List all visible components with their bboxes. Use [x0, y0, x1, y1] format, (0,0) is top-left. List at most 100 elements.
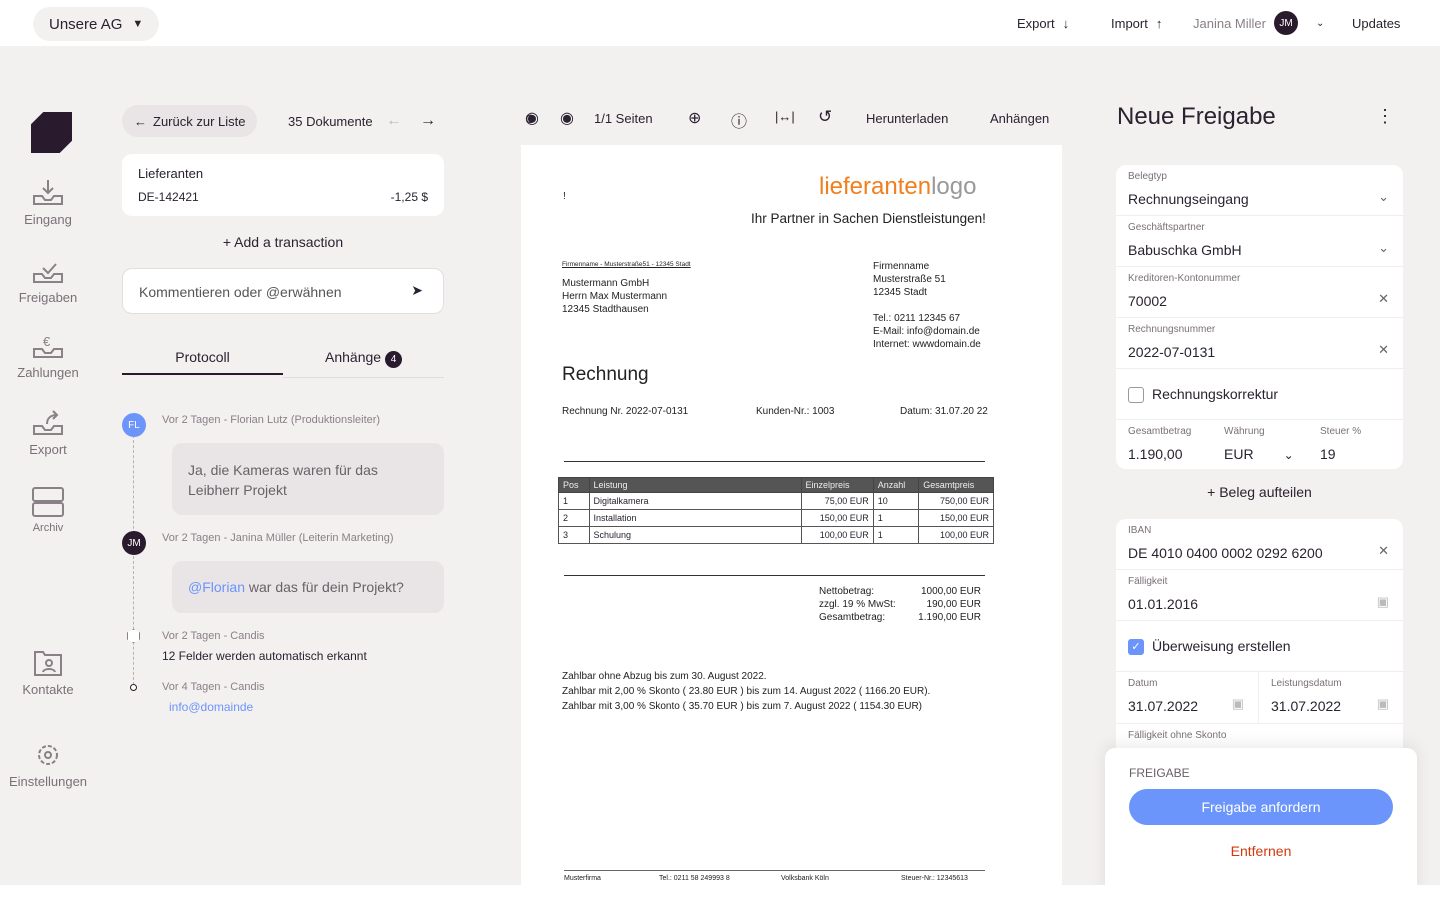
field-value: Rechnungseingang — [1128, 191, 1249, 207]
supplier-card[interactable]: Lieferanten DE-142421 -1,25 $ — [122, 154, 444, 216]
field-value: 19 — [1320, 446, 1336, 462]
field-label: Währung — [1224, 426, 1265, 437]
rechnungskorrektur-checkbox[interactable]: Rechnungskorrektur — [1116, 369, 1403, 420]
user-menu[interactable]: Janina Miller JM ⌄ — [1193, 11, 1324, 35]
iban-input[interactable]: IBAN DE 4010 0400 0002 0292 6200 ✕ — [1116, 519, 1403, 570]
fit-width-icon[interactable]: |↔| — [775, 109, 795, 124]
request-approval-button[interactable]: Freigabe anfordern — [1129, 789, 1393, 825]
calendar-icon[interactable]: ▣ — [1232, 696, 1244, 712]
cell: 150,00 EUR — [800, 509, 874, 527]
clear-icon[interactable]: ✕ — [1378, 291, 1389, 307]
remove-button[interactable]: Entfernen — [1129, 843, 1393, 859]
updates-label: Updates — [1352, 16, 1401, 31]
more-menu-icon[interactable]: ⋮ — [1376, 106, 1394, 127]
export-button[interactable]: Export ↓ — [1017, 16, 1069, 31]
calendar-icon[interactable]: ▣ — [1377, 594, 1389, 610]
nav-freigaben[interactable]: Freigaben — [0, 260, 96, 305]
rotate-icon[interactable]: ↺ — [818, 107, 832, 127]
attach-button[interactable]: Anhängen — [990, 111, 1049, 126]
footer-text: Musterfirma — [564, 875, 601, 882]
total-value: 190,00 EUR — [926, 599, 981, 610]
supplier-id: DE-142421 — [138, 190, 199, 204]
payment-fields-card: IBAN DE 4010 0400 0002 0292 6200 ✕ Fälligk… — [1116, 519, 1403, 759]
nav-zahlungen[interactable]: € Zahlungen — [0, 333, 96, 380]
chevron-down-icon: ⌄ — [1378, 240, 1389, 255]
timeline-dot-icon — [130, 684, 137, 691]
zoom-in-icon[interactable]: ⊕ — [688, 108, 701, 128]
gesamtbetrag-input[interactable]: Gesamtbetrag 1.190,00 — [1128, 426, 1224, 462]
field-value: 31.07.2022 — [1271, 698, 1342, 714]
send-icon[interactable]: ➤ — [411, 282, 423, 299]
payment-term: Zahlbar mit 2,00 % Skonto ( 23.80 EUR ) … — [562, 686, 931, 697]
nav-kontakte[interactable]: Kontakte — [0, 648, 96, 697]
next-page-button[interactable]: ◉ — [560, 108, 574, 128]
comment-text: Ja, die Kameras waren für das Leibherr P… — [188, 462, 378, 498]
comment-text: war das für dein Projekt? — [245, 579, 404, 595]
split-label: Beleg aufteilen — [1219, 484, 1312, 500]
belegtyp-select[interactable]: Belegtyp Rechnungseingang ⌄ — [1116, 165, 1403, 216]
calendar-icon[interactable]: ▣ — [1377, 696, 1389, 712]
import-button[interactable]: Import ↑ — [1111, 16, 1162, 31]
nav-archiv[interactable]: Archiv — [0, 486, 96, 534]
page-indicator: 1/1 Seiten — [594, 111, 653, 126]
split-document-button[interactable]: + Beleg aufteilen — [1116, 484, 1403, 500]
back-to-list-button[interactable]: ← Zurück zur Liste — [122, 105, 258, 137]
rechnungsnummer-input[interactable]: Rechnungsnummer 2022-07-0131 ✕ — [1116, 318, 1403, 369]
updates-link[interactable]: Updates — [1352, 16, 1400, 31]
download-button[interactable]: Herunterladen — [866, 111, 948, 126]
prev-document-button[interactable]: ← — [386, 112, 402, 130]
svg-text:€: € — [43, 334, 51, 349]
chevron-down-icon: ⌄ — [1315, 17, 1325, 29]
leistungsdatum-input[interactable]: Leistungsdatum 31.07.2022 ▣ — [1259, 672, 1403, 723]
tab-protocoll[interactable]: Protocoll — [122, 349, 283, 375]
info-icon[interactable]: ⓘ — [731, 108, 747, 132]
contact-line: Internet: wwwdomain.de — [873, 339, 981, 350]
totals: Nettobetrag: 1000,00 EUR zzgl. 19 % MwSt:… — [819, 585, 981, 624]
ueberweisung-checkbox[interactable]: ✓ Überweisung erstellen — [1116, 621, 1403, 672]
clear-icon[interactable]: ✕ — [1378, 342, 1389, 358]
nav-eingang[interactable]: Eingang — [0, 178, 96, 227]
mention-link[interactable]: @Florian — [188, 579, 245, 595]
approval-heading: FREIGABE — [1129, 766, 1190, 780]
org-switcher[interactable]: Unsere AG ▼ — [33, 7, 160, 41]
partner-select[interactable]: Geschäftspartner Babuschka GmbH ⌄ — [1116, 216, 1403, 267]
export-label: Export — [1017, 16, 1055, 31]
avatar: JM — [122, 531, 146, 555]
nav-einstellungen[interactable]: Einstellungen — [0, 742, 96, 789]
steuer-input[interactable]: Steuer % 19 — [1320, 426, 1361, 462]
comment-input[interactable]: Kommentieren oder @erwähnen ➤ — [122, 268, 444, 314]
tab-anhaenge[interactable]: Anhänge 4 — [283, 349, 444, 378]
kreditor-input[interactable]: Kreditoren-Kontonummer 70002 ✕ — [1116, 267, 1403, 318]
chevron-down-icon: ⌄ — [1283, 448, 1294, 462]
field-label: Gesamtbetrag — [1128, 426, 1192, 437]
prev-page-button[interactable]: ◉ — [525, 108, 539, 128]
field-label: Steuer % — [1320, 426, 1362, 437]
add-transaction-button[interactable]: + Add a transaction — [122, 234, 444, 250]
nav-label: Export — [29, 442, 67, 457]
cell: Installation — [588, 509, 802, 527]
logo-part: logo — [931, 173, 977, 200]
faelligkeit-input[interactable]: Fälligkeit 01.01.2016 ▣ — [1116, 570, 1403, 621]
field-label: Geschäftspartner — [1128, 222, 1205, 233]
supplier-logo: lieferantenlogo — [819, 173, 976, 201]
datum-input[interactable]: Datum 31.07.2022 ▣ — [1116, 672, 1259, 723]
next-document-button[interactable]: → — [420, 112, 436, 130]
cell: 150,00 EUR — [918, 509, 994, 527]
add-transaction-label: Add a transaction — [234, 234, 344, 250]
contacts-folder-icon — [34, 651, 62, 676]
checkbox-label: Rechnungskorrektur — [1152, 386, 1279, 402]
amount-row: Gesamtbetrag 1.190,00 Währung EUR ⌄ Steuer … — [1116, 420, 1403, 468]
waehrung-select[interactable]: Währung EUR ⌄ — [1224, 426, 1320, 462]
cell: 75,00 EUR — [800, 492, 874, 510]
field-label: Fälligkeit ohne Skonto — [1128, 730, 1227, 741]
clear-icon[interactable]: ✕ — [1378, 543, 1389, 559]
tagline: Ihr Partner in Sachen Dienstleistungen! — [751, 211, 986, 226]
footer-text: Volksbank Köln — [781, 875, 829, 882]
email-link[interactable]: info@domainde — [169, 700, 253, 714]
cell: Schulung — [588, 526, 802, 544]
checkbox-checked-icon: ✓ — [1128, 639, 1144, 656]
nav-export[interactable]: Export — [0, 410, 96, 457]
invoice-title: Rechnung — [562, 364, 649, 385]
footer-text: Steuer-Nr.: 12345613 — [901, 875, 968, 882]
table-row: 2 Installation 150,00 EUR 1 150,00 EUR — [558, 509, 994, 527]
